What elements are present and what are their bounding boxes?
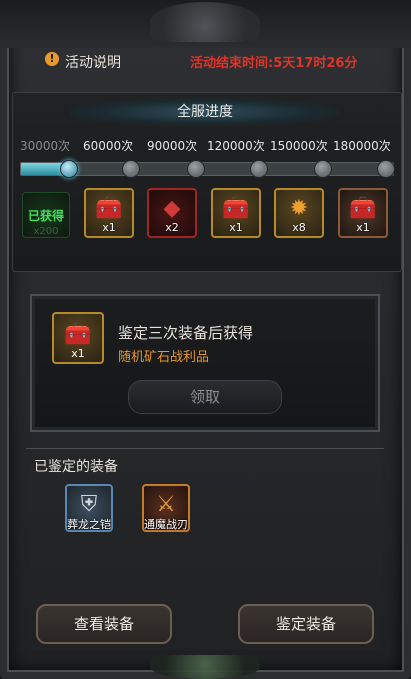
silver-chest-icon[interactable]: 🧰 x1 — [338, 188, 388, 238]
reward-quantity: x8 — [292, 221, 306, 234]
milestone-node — [250, 160, 268, 178]
reward-quantity: x1 — [102, 221, 116, 234]
reward-quantity: x2 — [165, 221, 179, 234]
claimed-label: 已获得 — [27, 209, 64, 223]
treasure-chest-icon[interactable]: 🧰 x1 — [84, 188, 134, 238]
milestone-label: 30000次 — [20, 139, 71, 153]
fire-emblem-icon[interactable]: ✹ x8 — [274, 188, 324, 238]
reward-condition-text: 鉴定三次装备后获得 — [118, 324, 254, 342]
reward-quantity: x1 — [229, 221, 243, 234]
armor-icon[interactable]: ⛨ 葬龙之铠 — [65, 484, 113, 532]
identified-equipment-heading: 已鉴定的装备 — [34, 459, 118, 475]
reward-quantity: x1 — [71, 347, 85, 360]
milestone-node — [60, 160, 78, 178]
reward-quantity: x1 — [356, 221, 370, 234]
treasure-chest-icon[interactable]: 🧰 x1 — [52, 312, 104, 364]
milestone-label: 90000次 — [147, 139, 198, 153]
claimed-quantity: x200 — [33, 226, 59, 237]
section-divider — [26, 448, 384, 449]
bottom-crest-ornament — [150, 655, 260, 679]
top-crest-ornament — [150, 2, 260, 42]
milestone-label: 150000次 — [270, 139, 328, 153]
equipment-name: 通魔战刃 — [144, 518, 188, 531]
milestone-node — [314, 160, 332, 178]
claimed-reward-slot: 已获得 x200 — [22, 192, 70, 238]
equipment-name: 葬龙之铠 — [67, 518, 111, 531]
milestone-node — [187, 160, 205, 178]
claim-button[interactable]: 领取 — [128, 380, 282, 414]
milestone-node — [122, 160, 140, 178]
red-crystal-icon[interactable]: ◆ x2 — [147, 188, 197, 238]
event-countdown: 活动结束时间:5天17时26分 — [190, 56, 358, 71]
milestone-label: 60000次 — [83, 139, 134, 153]
activity-description-link[interactable]: 活动说明 — [65, 52, 121, 72]
blade-icon[interactable]: ⚔ 通魔战刃 — [142, 484, 190, 532]
milestone-node — [377, 160, 395, 178]
reward-description-text: 随机矿石战利品 — [118, 350, 210, 365]
milestone-label: 120000次 — [207, 139, 265, 153]
identify-equipment-button[interactable]: 鉴定装备 — [238, 604, 374, 644]
view-equipment-button[interactable]: 查看装备 — [36, 604, 172, 644]
progress-title: 全服进度 — [70, 98, 340, 126]
treasure-chest-icon[interactable]: 🧰 x1 — [211, 188, 261, 238]
milestone-labels: 30000次 60000次 90000次 120000次 150000次 180… — [18, 137, 398, 153]
info-icon[interactable]: ! — [45, 52, 59, 66]
milestone-label: 180000次 — [333, 139, 391, 153]
